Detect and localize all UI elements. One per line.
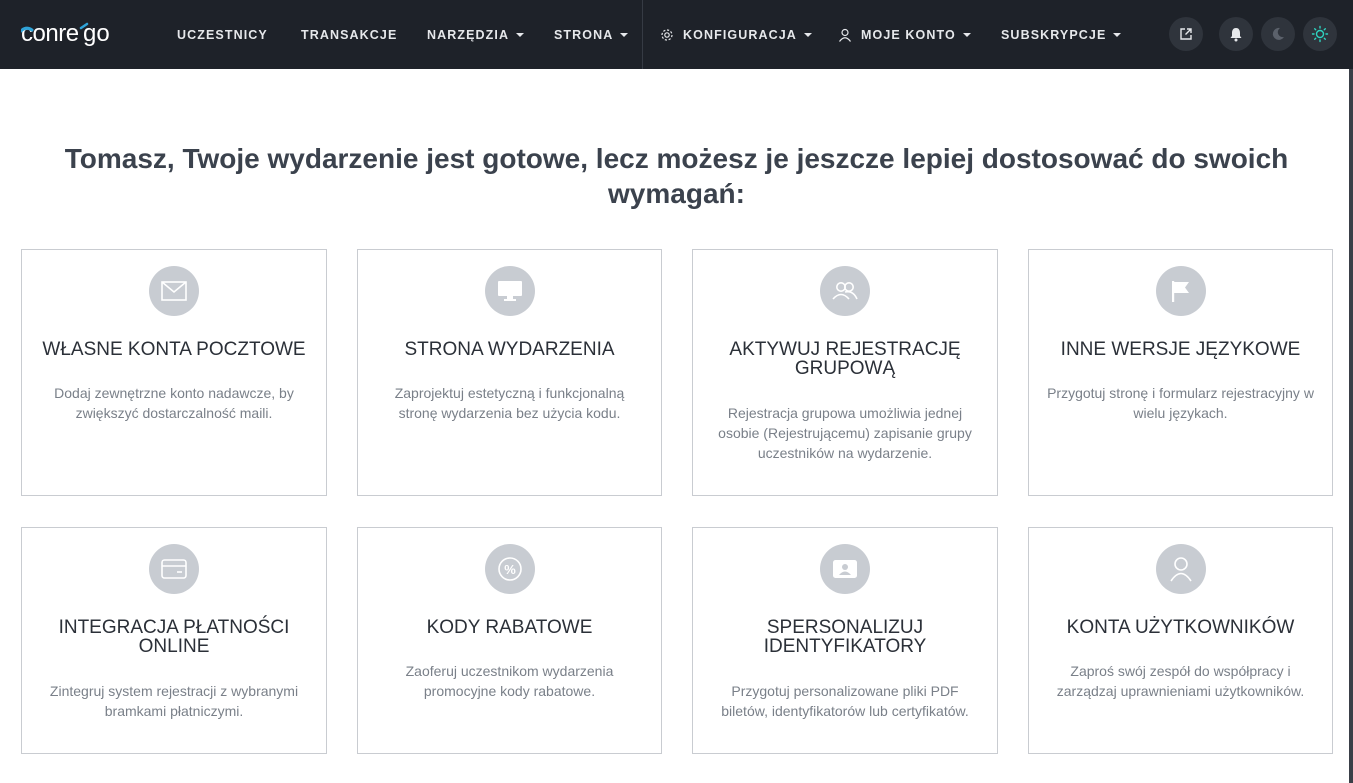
nav-label: SUBSKRYPCJE bbox=[1001, 27, 1107, 42]
nav-strona[interactable]: STRONA bbox=[554, 0, 629, 69]
card-description: Zintegruj system rejestracji z wybranymi… bbox=[49, 683, 299, 719]
card-title: STRONA WYDARZENIA bbox=[404, 339, 615, 360]
nav-narzedzia[interactable]: NARZĘDZIA bbox=[427, 0, 525, 69]
id-badge-icon bbox=[833, 560, 857, 578]
card-description: Przygotuj stronę i formularz rejestracyj… bbox=[1047, 385, 1314, 421]
user-icon bbox=[838, 28, 852, 42]
card-badges[interactable]: SPERSONALIZUJ IDENTYFIKATORY Przygotuj p… bbox=[692, 527, 998, 754]
card-title: WŁASNE KONTA POCZTOWE bbox=[42, 339, 306, 360]
group-icon-wrapper bbox=[820, 266, 870, 316]
card-user-accounts[interactable]: KONTA UŻYTKOWNIKÓW Zaproś swój zespół do… bbox=[1028, 527, 1333, 754]
nav-label: TRANSAKCJE bbox=[301, 27, 398, 42]
notifications-button[interactable] bbox=[1219, 17, 1253, 51]
card-title: KONTA UŻYTKOWNIKÓW bbox=[1066, 617, 1295, 638]
top-navbar: conre go UCZESTNICY TRANSAKCJE NARZĘDZIA… bbox=[0, 0, 1353, 69]
svg-text:%: % bbox=[504, 562, 516, 577]
card-description: Zaproś swój zespół do współpracy i zarzą… bbox=[1056, 663, 1305, 699]
gear-icon bbox=[660, 28, 674, 42]
nav-moje-konto[interactable]: MOJE KONTO bbox=[838, 0, 971, 69]
credit-card-icon-wrapper bbox=[149, 544, 199, 594]
nav-uczestnicy[interactable]: UCZESTNICY bbox=[177, 0, 268, 69]
nav-konfiguracja[interactable]: KONFIGURACJA bbox=[660, 0, 812, 69]
card-title: AKTYWUJ REJESTRACJĘ GRUPOWĄ bbox=[729, 339, 961, 379]
card-online-payments[interactable]: INTEGRACJA PŁATNOŚCI ONLINE Zintegruj sy… bbox=[21, 527, 327, 754]
nav-label: UCZESTNICY bbox=[177, 27, 268, 42]
open-event-page-button[interactable] bbox=[1169, 17, 1203, 51]
caret-down-icon bbox=[1113, 33, 1122, 37]
bell-icon bbox=[1230, 27, 1242, 41]
card-language-versions[interactable]: INNE WERSJE JĘZYKOWE Przygotuj stronę i … bbox=[1028, 249, 1333, 496]
card-description: Rejestracja grupowa umożliwia jednej oso… bbox=[718, 405, 972, 461]
credit-card-icon bbox=[161, 559, 187, 579]
caret-down-icon bbox=[962, 33, 971, 37]
light-mode-button[interactable] bbox=[1303, 17, 1337, 51]
card-group-registration[interactable]: AKTYWUJ REJESTRACJĘ GRUPOWĄ Rejestracja … bbox=[692, 249, 998, 496]
card-title: SPERSONALIZUJ IDENTYFIKATORY bbox=[763, 617, 927, 657]
nav-label: KONFIGURACJA bbox=[683, 27, 797, 42]
nav-subskrypcje[interactable]: SUBSKRYPCJE bbox=[1001, 0, 1122, 69]
card-description: Przygotuj personalizowane pliki PDF bile… bbox=[721, 683, 969, 719]
card-event-page[interactable]: STRONA WYDARZENIA Zaprojektuj estetyczną… bbox=[357, 249, 662, 496]
card-description: Dodaj zewnętrzne konto nadawcze, by zwię… bbox=[54, 385, 294, 421]
flag-icon bbox=[1171, 281, 1189, 302]
flag-icon-wrapper bbox=[1155, 266, 1206, 316]
user-circle-icon bbox=[1169, 557, 1192, 582]
monitor-icon-wrapper bbox=[484, 266, 535, 316]
card-title: KODY RABATOWE bbox=[426, 617, 593, 638]
caret-down-icon bbox=[803, 33, 812, 37]
page-heading: Tomasz, Twoje wydarzenie jest gotowe, le… bbox=[64, 143, 1289, 209]
external-link-icon bbox=[1180, 28, 1192, 40]
nav-label: STRONA bbox=[554, 27, 614, 42]
nav-transakcje[interactable]: TRANSAKCJE bbox=[301, 0, 397, 69]
card-discount-codes[interactable]: % KODY RABATOWE Zaoferuj uczestnikom wyd… bbox=[357, 527, 662, 754]
id-badge-icon-wrapper bbox=[820, 544, 870, 594]
caret-down-icon bbox=[516, 33, 525, 37]
nav-label: MOJE KONTO bbox=[861, 27, 956, 42]
card-mail-accounts[interactable]: WŁASNE KONTA POCZTOWE Dodaj zewnętrzne k… bbox=[21, 249, 327, 496]
discount-icon-wrapper: % bbox=[484, 544, 535, 594]
main-nav: UCZESTNICY TRANSAKCJE NARZĘDZIA STRONA K… bbox=[0, 0, 1353, 69]
card-description: Zaoferuj uczestnikom wydarzenia promocyj… bbox=[405, 663, 614, 699]
dark-mode-button[interactable] bbox=[1261, 17, 1295, 51]
page-scrollbar[interactable] bbox=[1349, 69, 1353, 783]
sun-icon bbox=[1311, 25, 1329, 43]
nav-divider bbox=[642, 0, 643, 69]
discount-icon: % bbox=[497, 557, 522, 581]
group-icon bbox=[832, 282, 858, 300]
card-description: Zaprojektuj estetyczną i funkcjonalną st… bbox=[394, 385, 625, 421]
moon-icon bbox=[1272, 27, 1284, 40]
monitor-icon bbox=[497, 281, 522, 301]
envelope-icon-wrapper bbox=[149, 266, 199, 316]
card-title: INNE WERSJE JĘZYKOWE bbox=[1060, 339, 1301, 360]
nav-label: NARZĘDZIA bbox=[427, 27, 510, 42]
user-circle-icon-wrapper bbox=[1155, 544, 1206, 594]
card-title: INTEGRACJA PŁATNOŚCI ONLINE bbox=[58, 617, 290, 657]
envelope-icon bbox=[161, 281, 187, 301]
caret-down-icon bbox=[620, 33, 629, 37]
